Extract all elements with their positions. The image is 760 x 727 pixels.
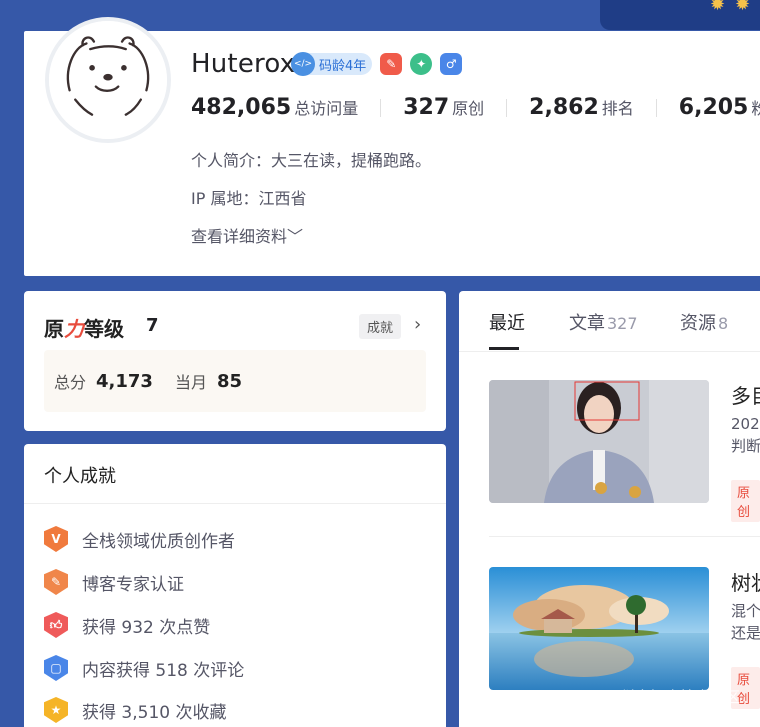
tab-recent[interactable]: 最近: [489, 309, 525, 335]
article-thumbnail[interactable]: [489, 567, 709, 690]
achievement-item: 👍︎ 获得 932 次点赞: [44, 612, 210, 638]
original-tag: 原创: [731, 480, 760, 522]
tab-label: 资源: [680, 313, 716, 334]
achievements-card: 个人成就 V 全栈领域优质创作者 ✎ 博客专家认证 👍︎ 获得 932 次点赞 …: [24, 444, 446, 727]
total-label: 总分: [54, 373, 87, 392]
star-icon: ★: [44, 697, 68, 723]
article-summary: 202 判断: [731, 415, 760, 455]
tab-label: 文章: [569, 313, 605, 334]
username: Huterox: [191, 49, 296, 79]
code-age-label: 码龄4年: [319, 58, 367, 74]
active-tab-indicator: [489, 347, 519, 350]
achievement-button[interactable]: 成就: [359, 314, 402, 339]
article-item[interactable]: 多目 202 判断 原创: [489, 380, 760, 522]
article-thumbnail[interactable]: [489, 380, 709, 503]
bio-text: 个人简介：大三在读，提桶跑路。: [191, 151, 432, 170]
quill-badge-icon: ✎: [44, 569, 68, 595]
top-banner-decoration: ✹ ✹: [600, 0, 760, 30]
code-icon: </>: [291, 52, 315, 76]
stat-rank[interactable]: 2,862 排名: [529, 95, 634, 120]
stat-original[interactable]: 327 原创: [403, 95, 484, 120]
stat-label: 粉丝: [751, 99, 760, 118]
v-badge-icon: V: [44, 526, 68, 552]
achievement-item: ▢ 内容获得 518 次评论: [44, 655, 244, 681]
score-box: 总分 4,173 当月 85: [44, 350, 426, 412]
achievement-label: 内容获得 518 次评论: [82, 660, 245, 681]
stat-value: 6,205: [678, 95, 749, 120]
divider: [489, 536, 760, 537]
thumbs-up-icon: 👍︎: [44, 612, 68, 638]
watermark: @稀土掘金技术社区: [604, 688, 740, 706]
achievement-label: 博客专家认证: [82, 574, 184, 595]
achievement-item: ✎ 博客专家认证: [44, 569, 184, 595]
code-age-badge[interactable]: </> 码龄4年: [291, 52, 373, 76]
achievements-title: 个人成就: [24, 444, 446, 504]
gear-icon: ✹: [710, 0, 726, 15]
level-title-prefix: 原: [44, 317, 64, 341]
content-panel: 最近 文章327 资源8 多目 202 判断 原创: [459, 291, 760, 727]
level-value: 7: [146, 315, 159, 336]
stat-fans[interactable]: 6,205 粉丝: [679, 95, 760, 120]
divider: [655, 98, 657, 117]
avatar[interactable]: [45, 17, 171, 143]
tab-count: 327: [607, 314, 638, 333]
article-title[interactable]: 树状: [731, 567, 760, 596]
achievement-item: ★ 获得 3,510 次收藏: [44, 697, 226, 723]
tab-count: 8: [718, 314, 729, 333]
male-icon: ♂: [440, 53, 463, 75]
stat-value: 482,065: [191, 95, 292, 120]
level-card: 原力等级 7 成就 › 总分 4,173 当月 85: [24, 291, 446, 431]
tab-label: 最近: [489, 313, 525, 334]
tab-articles[interactable]: 文章 327: [569, 309, 638, 335]
ip-location: IP 属地：江西省: [191, 189, 307, 208]
divider: [506, 98, 508, 117]
stat-value: 327: [403, 95, 450, 120]
portrait-image: [489, 380, 709, 503]
tab-resources[interactable]: 资源 8: [680, 309, 728, 335]
total-value: 4,173: [96, 370, 153, 392]
landscape-image: [489, 567, 709, 690]
level-title-accent: 力: [64, 317, 84, 341]
profile-card: Huterox </> 码龄4年 ✎ ✦ ♂ 482,065 总访问量 327 …: [24, 17, 760, 276]
stat-value: 2,862: [529, 95, 599, 120]
stat-label: 原创: [452, 99, 485, 118]
stats-row: 482,065 总访问量 327 原创 2,862 排名 6,205 粉丝: [191, 95, 760, 120]
stat-visits[interactable]: 482,065 总访问量: [191, 95, 358, 120]
view-details-label: 查看详细资料: [191, 227, 288, 246]
divider: [380, 98, 382, 117]
achievement-label: 获得 3,510 次收藏: [82, 702, 227, 723]
month-label: 当月: [174, 373, 207, 392]
expert-badge-icon[interactable]: ✦: [410, 53, 433, 75]
certified-writer-icon[interactable]: ✎: [380, 53, 403, 75]
level-title-suffix: 等级: [84, 317, 124, 341]
stat-label: 总访问量: [294, 99, 359, 118]
chevron-down-icon: ﹀: [287, 227, 304, 246]
badge-row: </> 码龄4年 ✎ ✦ ♂: [291, 52, 463, 76]
article-summary: 混个 还是: [731, 602, 760, 642]
view-details-link[interactable]: 查看详细资料﹀: [191, 223, 303, 247]
chevron-right-icon[interactable]: ›: [414, 314, 421, 335]
stat-label: 排名: [601, 99, 634, 118]
article-title[interactable]: 多目: [731, 380, 760, 409]
bear-avatar-icon: [49, 21, 167, 139]
month-value: 85: [216, 370, 243, 392]
article-item[interactable]: 树状 混个 还是 原创: [489, 567, 760, 709]
level-title: 原力等级: [44, 313, 124, 342]
comment-icon: ▢: [44, 655, 68, 681]
tab-bar: 最近 文章 327 资源 8: [459, 291, 760, 352]
achievement-label: 全栈领域优质创作者: [82, 531, 235, 552]
gear-icon: ✹: [735, 0, 751, 15]
achievement-item: V 全栈领域优质创作者: [44, 526, 235, 552]
achievement-label: 获得 932 次点赞: [82, 617, 211, 638]
